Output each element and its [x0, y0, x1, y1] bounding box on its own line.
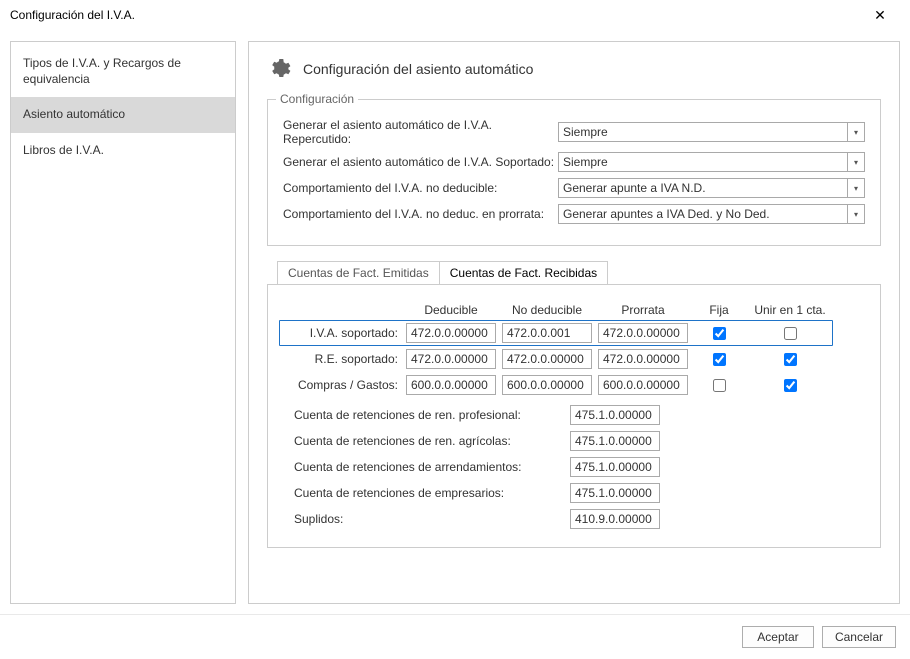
row-compras-label: Compras / Gastos:: [282, 378, 400, 392]
ok-button[interactable]: Aceptar: [742, 626, 814, 648]
tab-recibidas[interactable]: Cuentas de Fact. Recibidas: [439, 261, 608, 285]
col-deducible: Deducible: [406, 303, 496, 317]
label-ret-profesional: Cuenta de retenciones de ren. profesiona…: [294, 408, 564, 422]
input-ret-empresarios[interactable]: 475.1.0.00000: [570, 483, 660, 503]
dropdown-iva-soportado[interactable]: Siempre ▾: [558, 152, 865, 172]
input-compras-pro[interactable]: 600.0.0.00000: [598, 375, 688, 395]
check-iva-unir[interactable]: [784, 327, 797, 340]
check-iva-fija[interactable]: [713, 327, 726, 340]
label-ret-arrendamientos: Cuenta de retenciones de arrendamientos:: [294, 460, 564, 474]
main-panel: Configuración del asiento automático Con…: [248, 41, 900, 604]
row-iva-soportado-label: I.V.A. soportado:: [282, 326, 400, 340]
col-prorrata: Prorrata: [598, 303, 688, 317]
chevron-down-icon: ▾: [847, 153, 864, 171]
chevron-down-icon: ▾: [847, 205, 864, 223]
page-title: Configuración del asiento automático: [303, 61, 533, 77]
input-iva-ded[interactable]: 472.0.0.00000: [406, 323, 496, 343]
check-compras-fija[interactable]: [713, 379, 726, 392]
input-compras-nod[interactable]: 600.0.0.00000: [502, 375, 592, 395]
group-title: Configuración: [276, 92, 358, 106]
label-suplidos: Suplidos:: [294, 512, 564, 526]
row-re-soportado-label: R.E. soportado:: [282, 352, 400, 366]
label-iva-prorrata: Comportamiento del I.V.A. no deduc. en p…: [283, 207, 558, 221]
col-unir: Unir en 1 cta.: [750, 303, 830, 317]
input-iva-pro[interactable]: 472.0.0.00000: [598, 323, 688, 343]
sidebar-item-libros-iva[interactable]: Libros de I.V.A.: [11, 133, 235, 169]
input-ret-arrendamientos[interactable]: 475.1.0.00000: [570, 457, 660, 477]
tabs: Cuentas de Fact. Emitidas Cuentas de Fac…: [277, 261, 881, 285]
tabpanel-recibidas: Deducible No deducible Prorrata Fija Uni…: [267, 284, 881, 548]
input-ret-profesional[interactable]: 475.1.0.00000: [570, 405, 660, 425]
chevron-down-icon: ▾: [847, 123, 864, 141]
label-iva-soportado: Generar el asiento automático de I.V.A. …: [283, 155, 558, 169]
col-no-deducible: No deducible: [502, 303, 592, 317]
sidebar-item-asiento-automatico[interactable]: Asiento automático: [11, 97, 235, 133]
label-iva-no-deducible: Comportamiento del I.V.A. no deducible:: [283, 181, 558, 195]
check-compras-unir[interactable]: [784, 379, 797, 392]
input-re-pro[interactable]: 472.0.0.00000: [598, 349, 688, 369]
dropdown-iva-no-deducible[interactable]: Generar apunte a IVA N.D. ▾: [558, 178, 865, 198]
footer: Aceptar Cancelar: [0, 614, 910, 659]
input-iva-nod[interactable]: 472.0.0.001: [502, 323, 592, 343]
window-title: Configuración del I.V.A.: [10, 8, 860, 22]
tab-emitidas[interactable]: Cuentas de Fact. Emitidas: [277, 261, 440, 285]
gear-icon: [267, 57, 291, 81]
check-re-fija[interactable]: [713, 353, 726, 366]
sidebar: Tipos de I.V.A. y Recargos de equivalenc…: [10, 41, 236, 604]
col-fija: Fija: [694, 303, 744, 317]
dropdown-iva-prorrata[interactable]: Generar apuntes a IVA Ded. y No Ded. ▾: [558, 204, 865, 224]
cancel-button[interactable]: Cancelar: [822, 626, 896, 648]
label-ret-agricolas: Cuenta de retenciones de ren. agrícolas:: [294, 434, 564, 448]
check-re-unir[interactable]: [784, 353, 797, 366]
label-ret-empresarios: Cuenta de retenciones de empresarios:: [294, 486, 564, 500]
label-iva-repercutido: Generar el asiento automático de I.V.A. …: [283, 118, 558, 146]
group-configuracion: Configuración Generar el asiento automát…: [267, 99, 881, 246]
titlebar: Configuración del I.V.A. ✕: [0, 0, 910, 31]
row-iva-soportado-highlight: I.V.A. soportado: 472.0.0.00000 472.0.0.…: [279, 320, 833, 346]
sidebar-item-tipos-iva[interactable]: Tipos de I.V.A. y Recargos de equivalenc…: [11, 46, 235, 97]
dropdown-iva-repercutido[interactable]: Siempre ▾: [558, 122, 865, 142]
input-re-nod[interactable]: 472.0.0.00000: [502, 349, 592, 369]
input-compras-ded[interactable]: 600.0.0.00000: [406, 375, 496, 395]
close-icon[interactable]: ✕: [860, 7, 900, 24]
input-suplidos[interactable]: 410.9.0.00000: [570, 509, 660, 529]
chevron-down-icon: ▾: [847, 179, 864, 197]
input-re-ded[interactable]: 472.0.0.00000: [406, 349, 496, 369]
input-ret-agricolas[interactable]: 475.1.0.00000: [570, 431, 660, 451]
